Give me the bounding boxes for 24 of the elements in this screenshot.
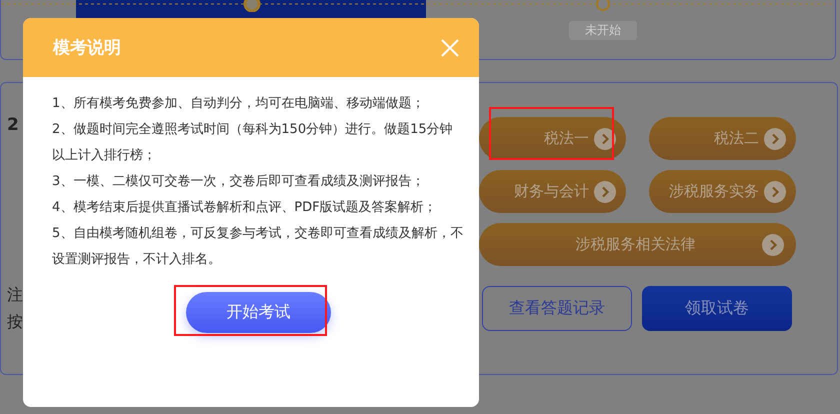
- subject-button[interactable]: 财务与会计: [479, 170, 626, 213]
- note-text: 注: [7, 285, 23, 306]
- subject-button[interactable]: 税法一: [479, 117, 626, 160]
- chevron-icon: [764, 180, 786, 202]
- close-icon[interactable]: [441, 38, 459, 56]
- chevron-icon: [594, 128, 616, 150]
- subject-button[interactable]: 涉税服务相关法律: [479, 223, 796, 266]
- action-button[interactable]: 领取试卷: [642, 286, 792, 331]
- chevron-icon: [594, 180, 616, 202]
- chevron-icon: [762, 234, 784, 256]
- rule-text: 2、做题时间完全遵照考试时间（每科为150分钟）进行。做题15分钟以上计入排行榜；: [52, 121, 454, 165]
- dialog-title: 模考说明: [53, 37, 121, 59]
- rule-text: 3、一模、二模仅可交卷一次，交卷后即可查看成绩及测评报告；: [52, 173, 426, 191]
- rule-text: 1、所有模考免费参加、自动判分，均可在电脑端、移动端做题；: [52, 95, 426, 113]
- heading-text: 2: [7, 115, 20, 135]
- note-text: 按: [7, 312, 23, 333]
- start-exam-button[interactable]: 开始考试: [186, 292, 331, 333]
- chevron-icon: [764, 128, 786, 150]
- rule-text: 4、模考结束后提供直播试卷解析和点评、PDF版试题及答案解析；: [52, 199, 438, 217]
- rule-text: 5、自由模考随机组卷，可反复参与考试，交卷即可查看成绩及解析，不设置测评报告，不计入排名。: [52, 225, 464, 269]
- action-button[interactable]: 查看答题记录: [482, 286, 632, 331]
- subject-button[interactable]: 税法二: [649, 117, 796, 160]
- status-badge: 未开始: [569, 21, 637, 40]
- subject-button[interactable]: 涉税服务实务: [649, 170, 796, 213]
